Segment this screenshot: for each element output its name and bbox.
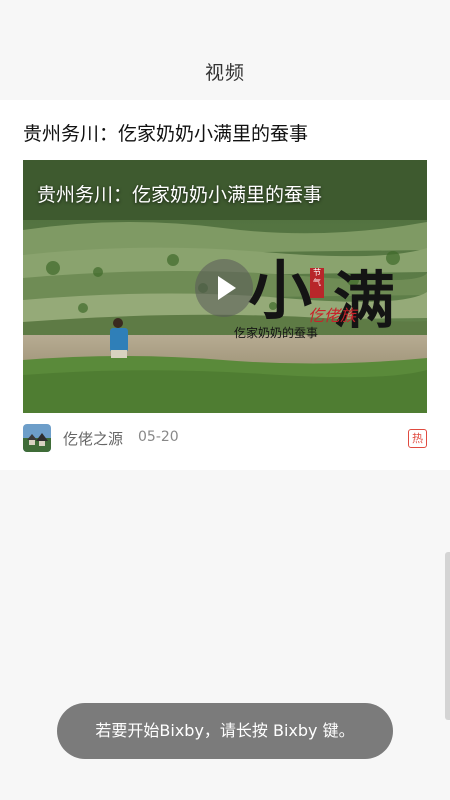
publish-date: 05-20 [138, 429, 179, 445]
source-avatar-image [23, 424, 51, 452]
app-header: 视频 [0, 0, 450, 100]
video-player[interactable]: 贵州务川：仡家奶奶小满里的蚕事 小 节气 满 仡佬族 仡家奶奶的蚕事 [23, 160, 427, 413]
video-overlay-title: 贵州务川：仡家奶奶小满里的蚕事 [37, 184, 323, 206]
logo-subtitle: 仡家奶奶的蚕事 [234, 326, 319, 340]
hot-badge: 热 [408, 429, 427, 448]
page-title: 视频 [204, 62, 245, 84]
play-button[interactable] [195, 259, 253, 317]
logo-stamp: 节气 [310, 268, 324, 298]
source-name[interactable]: 仡佬之源 [63, 428, 123, 449]
source-avatar[interactable] [23, 424, 51, 452]
bixby-toast: 若要开始Bixby，请长按 Bixby 键。 [57, 703, 393, 759]
logo-char-left: 小 [248, 254, 312, 329]
article-title[interactable]: 贵州务川：仡家奶奶小满里的蚕事 [23, 119, 427, 146]
logo-tribe: 仡佬族 [308, 306, 357, 325]
edge-panel-handle[interactable] [445, 552, 450, 720]
play-icon [218, 276, 236, 300]
video-logo: 小 节气 满 仡佬族 仡家奶奶的蚕事 [228, 260, 423, 345]
article-meta: 仡佬之源 05-20 热 [23, 424, 427, 452]
